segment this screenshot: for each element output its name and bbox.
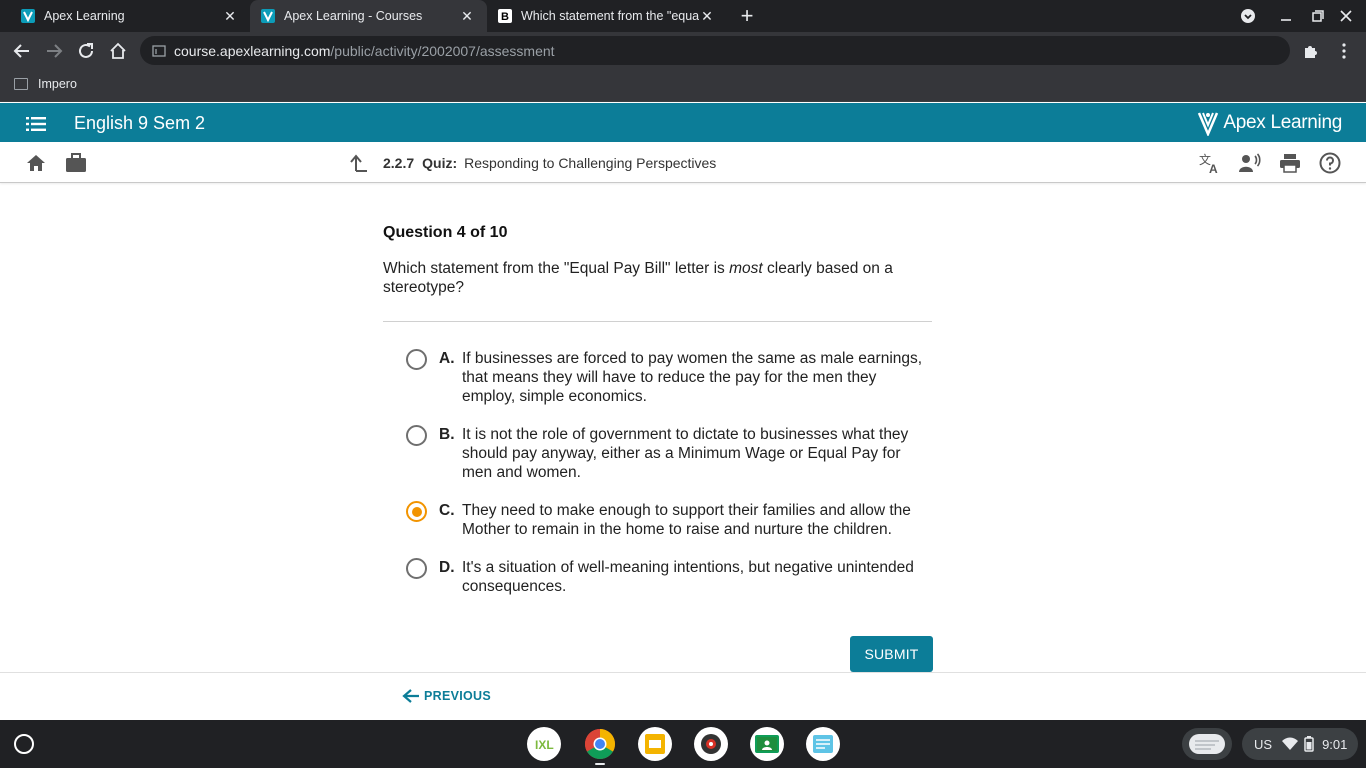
- os-shelf: IXL US 9:01: [0, 720, 1366, 768]
- up-arrow-icon[interactable]: [350, 154, 368, 172]
- option-letter: D.: [439, 559, 455, 576]
- ixl-icon[interactable]: IXL: [527, 727, 561, 761]
- tab-brainly-question[interactable]: B Which statement from the "equa ✕: [487, 0, 727, 32]
- answer-option-d[interactable]: D. It's a situation of well-meaning inte…: [406, 558, 932, 596]
- print-icon[interactable]: [1279, 152, 1301, 174]
- logo-text: Apex Learning: [1223, 112, 1342, 133]
- tab-title: Apex Learning - Courses: [284, 9, 423, 23]
- question-prompt: Which statement from the "Equal Pay Bill…: [383, 259, 928, 297]
- svg-text:B: B: [501, 11, 509, 23]
- arrow-left-icon: [402, 688, 420, 704]
- home-icon[interactable]: [107, 40, 129, 62]
- previous-label: PREVIOUS: [424, 689, 491, 703]
- restore-icon[interactable]: [1308, 6, 1328, 26]
- tab-apex-courses[interactable]: Apex Learning - Courses ✕: [250, 0, 487, 32]
- svg-text:IXL: IXL: [535, 738, 554, 752]
- radio-button-d[interactable]: [406, 558, 427, 579]
- close-window-icon[interactable]: [1336, 6, 1356, 26]
- apex-logo: Apex Learning: [1197, 110, 1342, 138]
- prompt-emphasis: most: [729, 260, 763, 277]
- answer-option-a[interactable]: A. If businesses are forced to pay women…: [406, 349, 932, 406]
- option-letter: A.: [439, 350, 455, 367]
- answer-option-b[interactable]: B. It is not the role of government to d…: [406, 425, 932, 482]
- tab-title: Which statement from the "equa: [521, 9, 699, 23]
- address-bar[interactable]: course.apexlearning.com/public/activity/…: [140, 36, 1290, 65]
- read-aloud-icon[interactable]: [1239, 152, 1261, 174]
- option-text: It's a situation of well-meaning intenti…: [462, 559, 914, 595]
- radio-button-a[interactable]: [406, 349, 427, 370]
- activity-title: Responding to Challenging Perspectives: [464, 155, 717, 171]
- tab-apex-learning[interactable]: Apex Learning ✕: [0, 0, 250, 32]
- question-counter: Question 4 of 10: [383, 224, 508, 241]
- url-path: /public/activity/2002007/assessment: [330, 42, 555, 59]
- clock: 9:01: [1322, 736, 1348, 752]
- close-tab-icon[interactable]: ✕: [222, 8, 238, 24]
- prompt-text-start: Which statement from the "Equal Pay Bill…: [383, 260, 730, 277]
- svg-text:A: A: [1209, 162, 1218, 174]
- wifi-icon: [1282, 737, 1299, 751]
- screencast-icon[interactable]: [694, 727, 728, 761]
- browser-toolbar: course.apexlearning.com/public/activity/…: [0, 32, 1366, 70]
- classroom-icon[interactable]: [750, 727, 784, 761]
- holding-space-icon[interactable]: [1182, 728, 1232, 760]
- active-app-indicator: [595, 763, 605, 765]
- close-tab-icon[interactable]: ✕: [699, 8, 715, 24]
- activity-breadcrumb: 2.2.7 Quiz: Responding to Challenging Pe…: [350, 154, 716, 172]
- previous-button[interactable]: PREVIOUS: [402, 688, 491, 704]
- apex-logo-icon: [1197, 110, 1219, 138]
- menu-list-icon[interactable]: [26, 117, 46, 131]
- kami-icon[interactable]: [806, 727, 840, 761]
- bookmark-impero[interactable]: Impero: [14, 77, 77, 91]
- question-divider: [383, 321, 932, 322]
- apex-favicon-icon: [20, 8, 36, 24]
- activity-number: 2.2.7: [383, 155, 415, 171]
- option-text: It is not the role of government to dict…: [462, 426, 909, 481]
- answer-option-c[interactable]: C. They need to make enough to support t…: [406, 501, 932, 539]
- browser-tab-strip: Apex Learning ✕ Apex Learning - Courses …: [0, 0, 1366, 32]
- option-letter: C.: [439, 502, 455, 519]
- reload-icon[interactable]: [75, 40, 97, 62]
- quiz-footer: PREVIOUS: [0, 672, 1366, 720]
- site-info-icon[interactable]: [152, 44, 166, 58]
- brainly-favicon-icon: B: [497, 8, 513, 24]
- tab-title: Apex Learning: [44, 9, 125, 23]
- launcher-icon[interactable]: [14, 734, 34, 754]
- locale-label: US: [1254, 736, 1273, 752]
- folder-icon: [14, 78, 28, 90]
- back-icon[interactable]: [11, 40, 33, 62]
- translate-icon[interactable]: 文A: [1199, 152, 1221, 174]
- radio-button-c-selected[interactable]: [406, 501, 427, 522]
- home-icon[interactable]: [25, 152, 47, 174]
- option-text: If businesses are forced to pay women th…: [462, 350, 923, 405]
- more-menu-icon[interactable]: [1333, 40, 1355, 62]
- submit-button[interactable]: SUBMIT: [850, 636, 933, 672]
- slides-icon[interactable]: [638, 727, 672, 761]
- system-tray[interactable]: US 9:01: [1242, 728, 1358, 760]
- forward-icon[interactable]: [43, 40, 65, 62]
- activity-toolbar: 2.2.7 Quiz: Responding to Challenging Pe…: [0, 142, 1366, 183]
- chrome-icon[interactable]: [583, 727, 617, 761]
- apex-header: English 9 Sem 2 Apex Learning: [0, 103, 1366, 142]
- new-tab-icon[interactable]: +: [737, 5, 757, 27]
- activity-type: Quiz:: [422, 155, 458, 171]
- battery-icon: [1304, 736, 1314, 752]
- bookmark-label: Impero: [38, 77, 77, 91]
- help-icon[interactable]: [1319, 152, 1341, 174]
- course-title: English 9 Sem 2: [74, 113, 206, 133]
- option-text: They need to make enough to support thei…: [462, 502, 911, 538]
- briefcase-icon[interactable]: [65, 152, 87, 174]
- extensions-icon[interactable]: [1300, 40, 1322, 62]
- bookmarks-bar: Impero: [0, 70, 1366, 102]
- apex-favicon-icon: [260, 8, 276, 24]
- url-host: course.apexlearning.com: [174, 42, 331, 59]
- minimize-icon[interactable]: [1276, 6, 1296, 26]
- tab-search-icon[interactable]: [1238, 6, 1258, 26]
- close-tab-icon[interactable]: ✕: [459, 8, 475, 24]
- radio-button-b[interactable]: [406, 425, 427, 446]
- option-letter: B.: [439, 426, 455, 443]
